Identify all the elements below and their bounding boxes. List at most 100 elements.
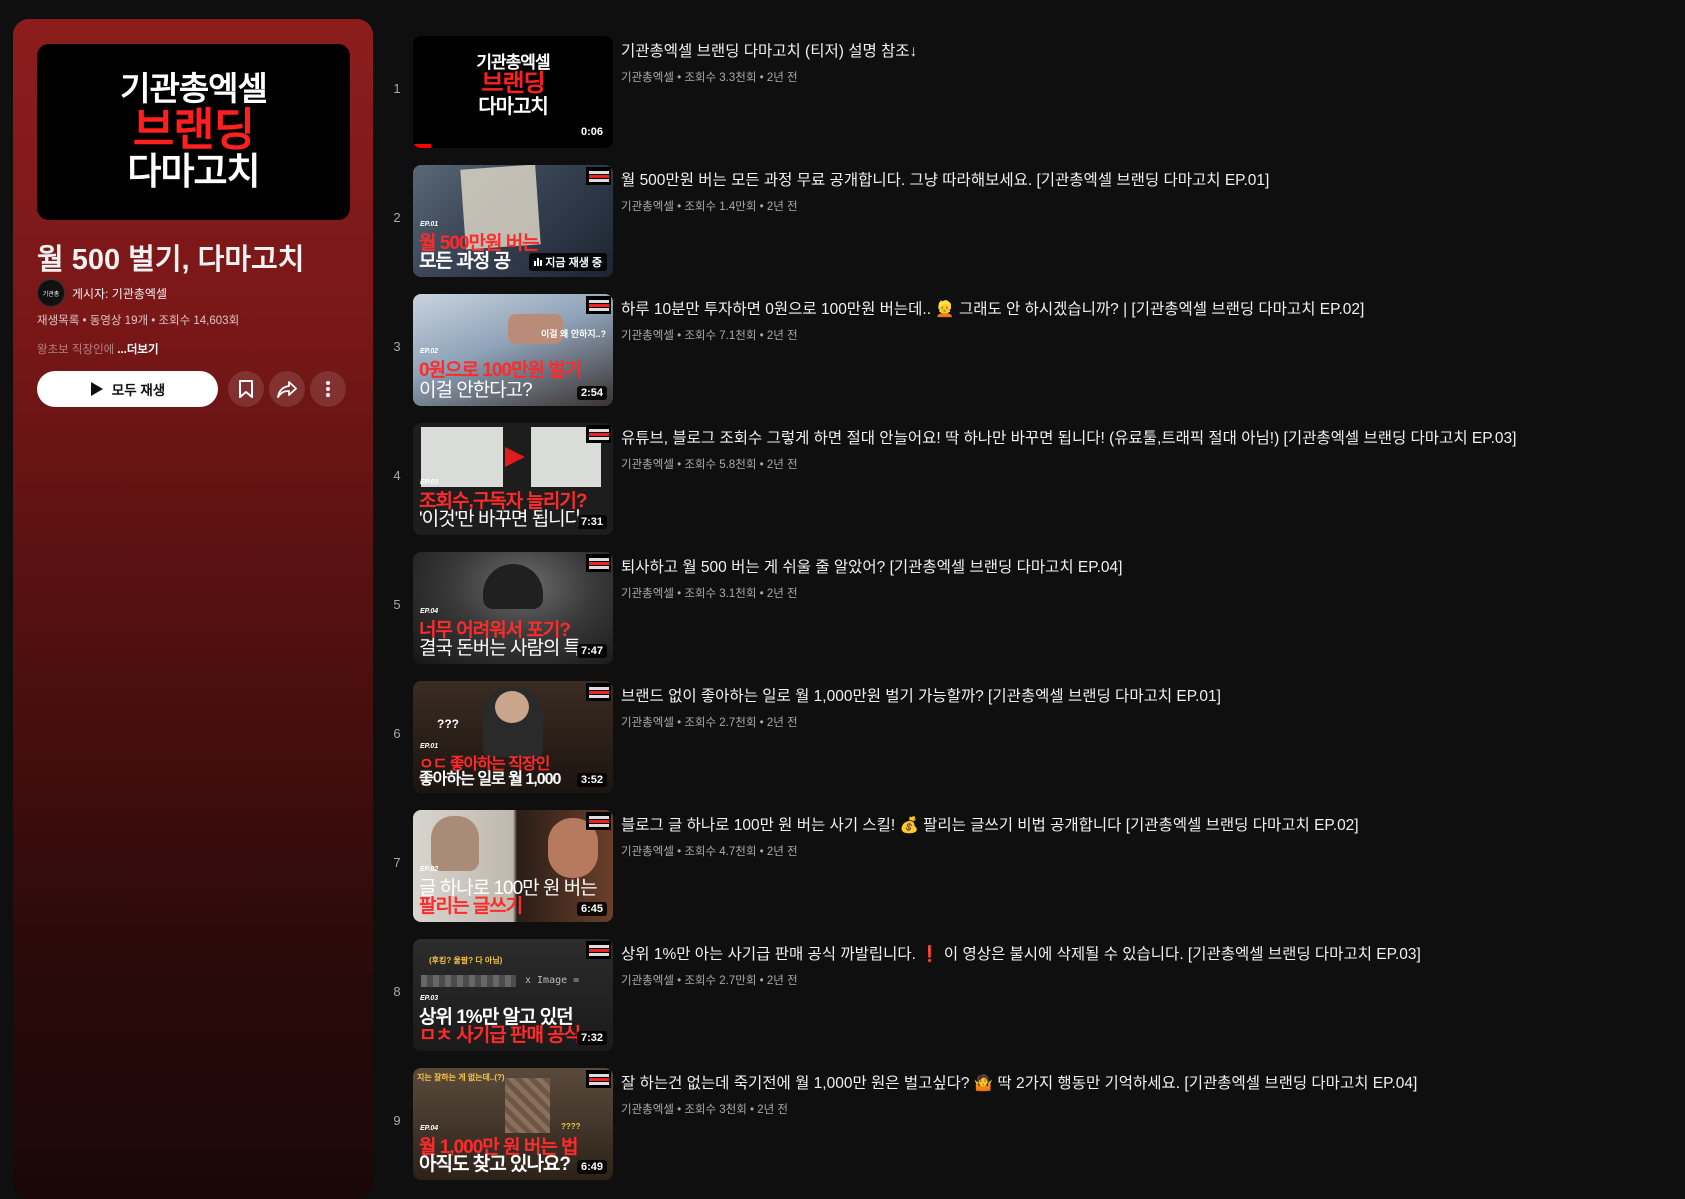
playlist-video-row[interactable]: 9 지는 잘하는 게 없는데..(?) ???? EP.04 월 1,000만 … <box>383 1068 1673 1180</box>
thumbnail-subline: 모든 과정 공 <box>419 251 511 272</box>
thumbnail-subline: 좋아하는 일로 월 1,000 <box>419 771 561 788</box>
episode-label: EP.04 <box>420 608 439 615</box>
playlist-owner[interactable]: 기관총 게시자: 기관총엑셀 <box>37 279 167 307</box>
video-duration: 3:52 <box>576 773 607 787</box>
video-index: 5 <box>393 597 401 612</box>
video-duration: 7:47 <box>576 644 607 658</box>
video-thumbnail[interactable]: (후킹? 울팔? 다 아님) x Image = EP.03 상위 1%만 알고… <box>413 939 613 1051</box>
episode-label: EP.04 <box>420 1125 439 1132</box>
video-title[interactable]: 잘 하는건 없는데 죽기전에 월 1,000만 원은 벌고싶다? 🤷 딱 2가지… <box>621 1071 1417 1093</box>
playlist-thumbnail[interactable]: 기관총엑셀 브랜딩 다마고치 <box>37 44 350 220</box>
play-icon <box>90 382 103 396</box>
thumbnail-line-1: 기관총엑셀 <box>120 70 268 108</box>
video-index: 9 <box>393 1113 401 1128</box>
video-duration: 0:06 <box>576 125 607 139</box>
owner-label[interactable]: 게시자: 기관총엑셀 <box>72 285 167 302</box>
video-duration: 2:54 <box>576 386 607 400</box>
playlist-video-row[interactable]: 2 EP.01 월 500만원 버는 모든 과정 공 지금 재생 중 월 500… <box>383 165 1673 277</box>
video-thumbnail[interactable]: EP.02 글 하나로 100만 원 버는 팔리는 글쓰기 6:45 <box>413 810 613 922</box>
video-title[interactable]: 상위 1%만 아는 사기급 판매 공식 까발립니다. ❗ 이 영상은 불시에 삭… <box>621 942 1421 964</box>
playlist-video-row[interactable]: 1 기관총엑셀 브랜딩 다마고치 0:06 기관총엑셀 브랜딩 다마고치 (티저… <box>383 36 1673 148</box>
video-title[interactable]: 블로그 글 하나로 100만 원 버는 사기 스킬! 💰 팔리는 글쓰기 비법 … <box>621 813 1359 835</box>
brand-badge <box>586 812 611 830</box>
thumbnail-note: 지는 잘하는 게 없는데..(?) <box>417 1073 505 1082</box>
episode-label: EP.03 <box>420 479 439 486</box>
video-thumbnail[interactable]: ??? EP.01 ㅇㄷ 좋아하는 직장인 좋아하는 일로 월 1,000 3:… <box>413 681 613 793</box>
video-title[interactable]: 브랜드 없이 좋아하는 일로 월 1,000만원 벌기 가능할까? [기관총엑셀… <box>621 684 1221 706</box>
video-index: 1 <box>393 81 401 96</box>
bookmark-icon <box>239 380 253 398</box>
video-title[interactable]: 유튜브, 블로그 조회수 그렇게 하면 절대 안늘어요! 딱 하나만 바꾸면 됩… <box>621 426 1516 448</box>
thumbnail-line-3: 다마고치 <box>127 151 260 193</box>
video-meta: 기관총엑셀 • 조회수 2.7만회 • 2년 전 <box>621 975 798 987</box>
video-index: 7 <box>393 855 401 870</box>
brand-badge <box>586 296 611 314</box>
playlist-header-panel: 기관총엑셀 브랜딩 다마고치 월 500 벌기, 다마고치 기관총 게시자: 기… <box>13 19 373 1199</box>
episode-label: EP.01 <box>420 743 439 750</box>
video-title[interactable]: 하루 10분만 투자하면 0원으로 100만원 버는데.. 👱 그래도 안 하시… <box>621 297 1364 319</box>
thumbnail-note-2: ???? <box>561 1122 581 1131</box>
video-index: 8 <box>393 984 401 999</box>
thumbnail-subline: 아직도 찾고 있나요? <box>419 1154 571 1175</box>
video-duration: 7:31 <box>576 515 607 529</box>
thumbnail-note: (후킹? 울팔? 다 아님) <box>429 956 503 965</box>
thumbnail-code: x Image = <box>525 975 580 986</box>
video-thumbnail[interactable]: EP.01 월 500만원 버는 모든 과정 공 지금 재생 중 <box>413 165 613 277</box>
thumbnail-note: 이걸 왜 안하지..? <box>541 329 607 339</box>
thumbnail-subline: 결국 돈버는 사람의 특 <box>419 638 581 659</box>
video-index: 3 <box>393 339 401 354</box>
video-meta: 기관총엑셀 • 조회수 3.1천회 • 2년 전 <box>621 588 798 600</box>
video-meta: 기관총엑셀 • 조회수 1.4만회 • 2년 전 <box>621 201 798 213</box>
video-title[interactable]: 기관총엑셀 브랜딩 다마고치 (티저) 설명 참조↓ <box>621 39 917 61</box>
thumbnail-note: ??? <box>437 717 459 731</box>
video-thumbnail[interactable]: 기관총엑셀 브랜딩 다마고치 0:06 <box>413 36 613 148</box>
thumbnail-subline: 팔리는 글쓰기 <box>419 896 523 917</box>
brand-badge <box>586 167 611 185</box>
thumbnail-subline: ㅁㅊ 사기급 판매 공식 <box>419 1025 581 1046</box>
now-playing-badge: 지금 재생 중 <box>529 253 607 271</box>
share-icon <box>277 381 297 398</box>
more-actions-button[interactable] <box>310 371 346 407</box>
equalizer-icon <box>534 258 543 266</box>
video-thumbnail[interactable]: 지는 잘하는 게 없는데..(?) ???? EP.04 월 1,000만 원 … <box>413 1068 613 1180</box>
channel-avatar[interactable]: 기관총 <box>37 279 65 307</box>
playlist-video-row[interactable]: 4 EP.03 조회수,구독자 늘리기? '이것'만 바꾸면 됩니다 7:31 … <box>383 423 1673 535</box>
video-meta: 기관총엑셀 • 조회수 7.1천회 • 2년 전 <box>621 330 798 342</box>
episode-label: EP.03 <box>420 995 439 1002</box>
video-meta: 기관총엑셀 • 조회수 3.3천회 • 2년 전 <box>621 72 798 84</box>
video-index: 4 <box>393 468 401 483</box>
more-link[interactable]: ...더보기 <box>117 344 158 356</box>
share-button[interactable] <box>269 371 305 407</box>
thumbnail-line-3: 다마고치 <box>478 95 549 118</box>
video-index: 6 <box>393 726 401 741</box>
episode-label: EP.02 <box>420 866 439 873</box>
video-meta: 기관총엑셀 • 조회수 4.7천회 • 2년 전 <box>621 846 798 858</box>
playlist-meta: 재생목록 • 동영상 19개 • 조회수 14,603회 <box>37 315 240 327</box>
playlist-video-row[interactable]: 3 이걸 왜 안하지..? EP.02 0원으로 100만원 벌기 이걸 안한다… <box>383 294 1673 406</box>
video-thumbnail[interactable]: 이걸 왜 안하지..? EP.02 0원으로 100만원 벌기 이걸 안한다고?… <box>413 294 613 406</box>
video-title[interactable]: 퇴사하고 월 500 버는 게 쉬울 줄 알았어? [기관총엑셀 브랜딩 다마고… <box>621 555 1122 577</box>
episode-label: EP.02 <box>420 348 439 355</box>
playlist-description: 왕초보 직장인에 ...더보기 <box>37 341 159 357</box>
video-index: 2 <box>393 210 401 225</box>
description-text: 왕초보 직장인에 <box>37 344 115 356</box>
playlist-video-row[interactable]: 8 (후킹? 울팔? 다 아님) x Image = EP.03 상위 1%만 … <box>383 939 1673 1051</box>
play-all-label: 모두 재생 <box>111 383 166 398</box>
save-playlist-button[interactable] <box>228 371 264 407</box>
more-vert-icon <box>326 381 330 397</box>
playlist-video-row[interactable]: 6 ??? EP.01 ㅇㄷ 좋아하는 직장인 좋아하는 일로 월 1,000 … <box>383 681 1673 793</box>
playlist-video-row[interactable]: 7 EP.02 글 하나로 100만 원 버는 팔리는 글쓰기 6:45 블로그… <box>383 810 1673 922</box>
video-title[interactable]: 월 500만원 버는 모든 과정 무료 공개합니다. 그냥 따라해보세요. [기… <box>621 168 1269 190</box>
video-thumbnail[interactable]: EP.03 조회수,구독자 늘리기? '이것'만 바꾸면 됩니다 7:31 <box>413 423 613 535</box>
video-thumbnail[interactable]: EP.04 너무 어려워서 포기? 결국 돈버는 사람의 특 7:47 <box>413 552 613 664</box>
video-duration: 6:49 <box>576 1160 607 1174</box>
thumbnail-line-2: 브랜딩 <box>132 103 255 155</box>
brand-badge <box>586 1070 611 1088</box>
brand-badge <box>586 941 611 959</box>
playlist-video-row[interactable]: 5 EP.04 너무 어려워서 포기? 결국 돈버는 사람의 특 7:47 퇴사… <box>383 552 1673 664</box>
video-meta: 기관총엑셀 • 조회수 5.8천회 • 2년 전 <box>621 459 798 471</box>
now-playing-label: 지금 재생 중 <box>545 257 602 269</box>
video-duration: 6:45 <box>576 902 607 916</box>
play-all-button[interactable]: 모두 재생 <box>37 371 218 407</box>
video-meta: 기관총엑셀 • 조회수 3천회 • 2년 전 <box>621 1104 788 1116</box>
